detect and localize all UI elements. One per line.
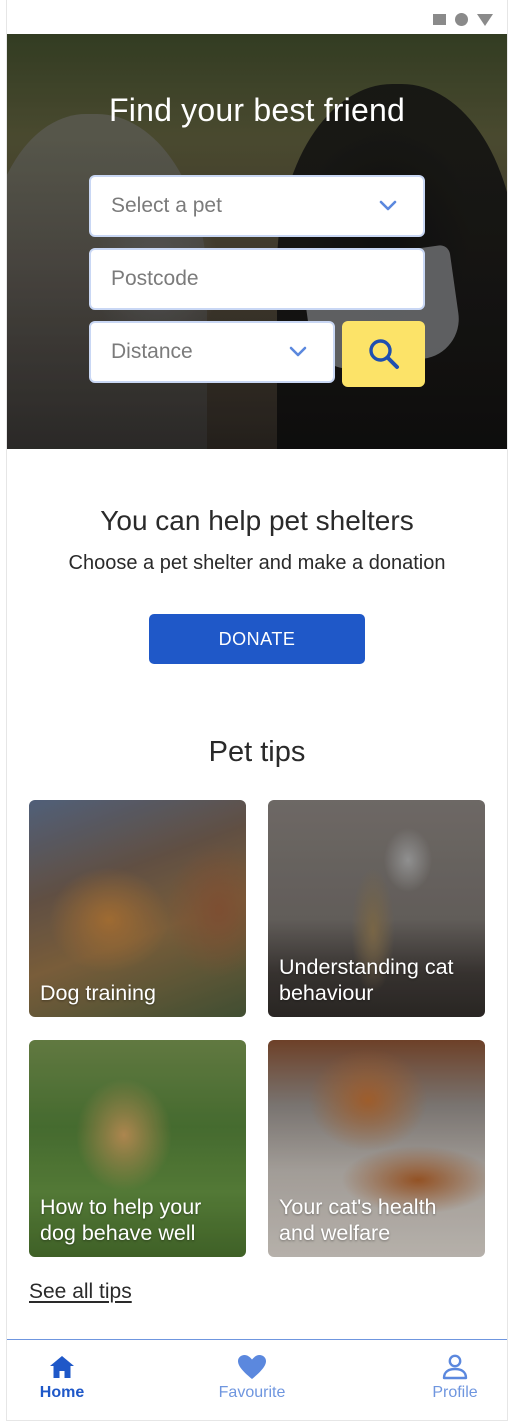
distance-select[interactable]: Distance: [89, 321, 335, 383]
donation-subtitle: Choose a pet shelter and make a donation: [68, 552, 446, 574]
nav-label: Home: [39, 1384, 85, 1401]
pet-select[interactable]: Select a pet: [89, 175, 425, 237]
recents-icon: [433, 14, 446, 25]
tips-title: Pet tips: [208, 736, 306, 768]
hero-title: Find your best friend: [109, 92, 405, 128]
status-icons: [433, 13, 493, 26]
back-triangle-icon: [477, 13, 493, 26]
chevron-down-icon: [379, 200, 397, 211]
heart-icon: [238, 1355, 266, 1379]
nav-item-favourite[interactable]: Favourite: [197, 1354, 307, 1402]
tip-card-label: How to help your dog behave well: [40, 1195, 202, 1245]
hero-banner: Find your best friend Select a pet Postc…: [7, 34, 507, 449]
postcode-input[interactable]: Postcode: [89, 248, 425, 310]
tip-card-dog-behave[interactable]: How to help your dog behave well: [29, 1040, 246, 1257]
home-icon: [50, 1356, 74, 1378]
nav-item-home[interactable]: Home: [7, 1354, 117, 1402]
nav-label: Profile: [432, 1384, 478, 1401]
status-bar: [7, 0, 507, 34]
nav-item-profile[interactable]: Profile: [400, 1354, 507, 1402]
tip-card-label: Understanding cat behaviour: [279, 955, 454, 1005]
pet-select-label: Select a pet: [111, 194, 222, 217]
see-all-tips-link[interactable]: See all tips: [29, 1280, 132, 1304]
bottom-nav: Home Favourite Profile: [7, 1339, 507, 1420]
search-icon: [368, 339, 399, 369]
tip-card-label: Dog training: [40, 981, 156, 1005]
tip-card-label: Your cat's health and welfare: [279, 1195, 437, 1245]
tip-card-cat-health[interactable]: Your cat's health and welfare: [268, 1040, 485, 1257]
chevron-down-icon: [289, 346, 307, 357]
person-icon: [442, 1354, 468, 1380]
postcode-placeholder: Postcode: [111, 267, 199, 290]
donate-button[interactable]: DONATE: [149, 614, 365, 664]
nav-label: Favourite: [218, 1384, 286, 1401]
donation-title: You can help pet shelters: [100, 505, 414, 536]
home-circle-icon: [455, 13, 468, 26]
search-button[interactable]: [342, 321, 425, 387]
tip-card-dog-training[interactable]: Dog training: [29, 800, 246, 1017]
tip-card-cat-behaviour[interactable]: Understanding cat behaviour: [268, 800, 485, 1017]
app-screen: Find your best friend Select a pet Postc…: [6, 0, 508, 1421]
distance-select-label: Distance: [111, 340, 193, 363]
